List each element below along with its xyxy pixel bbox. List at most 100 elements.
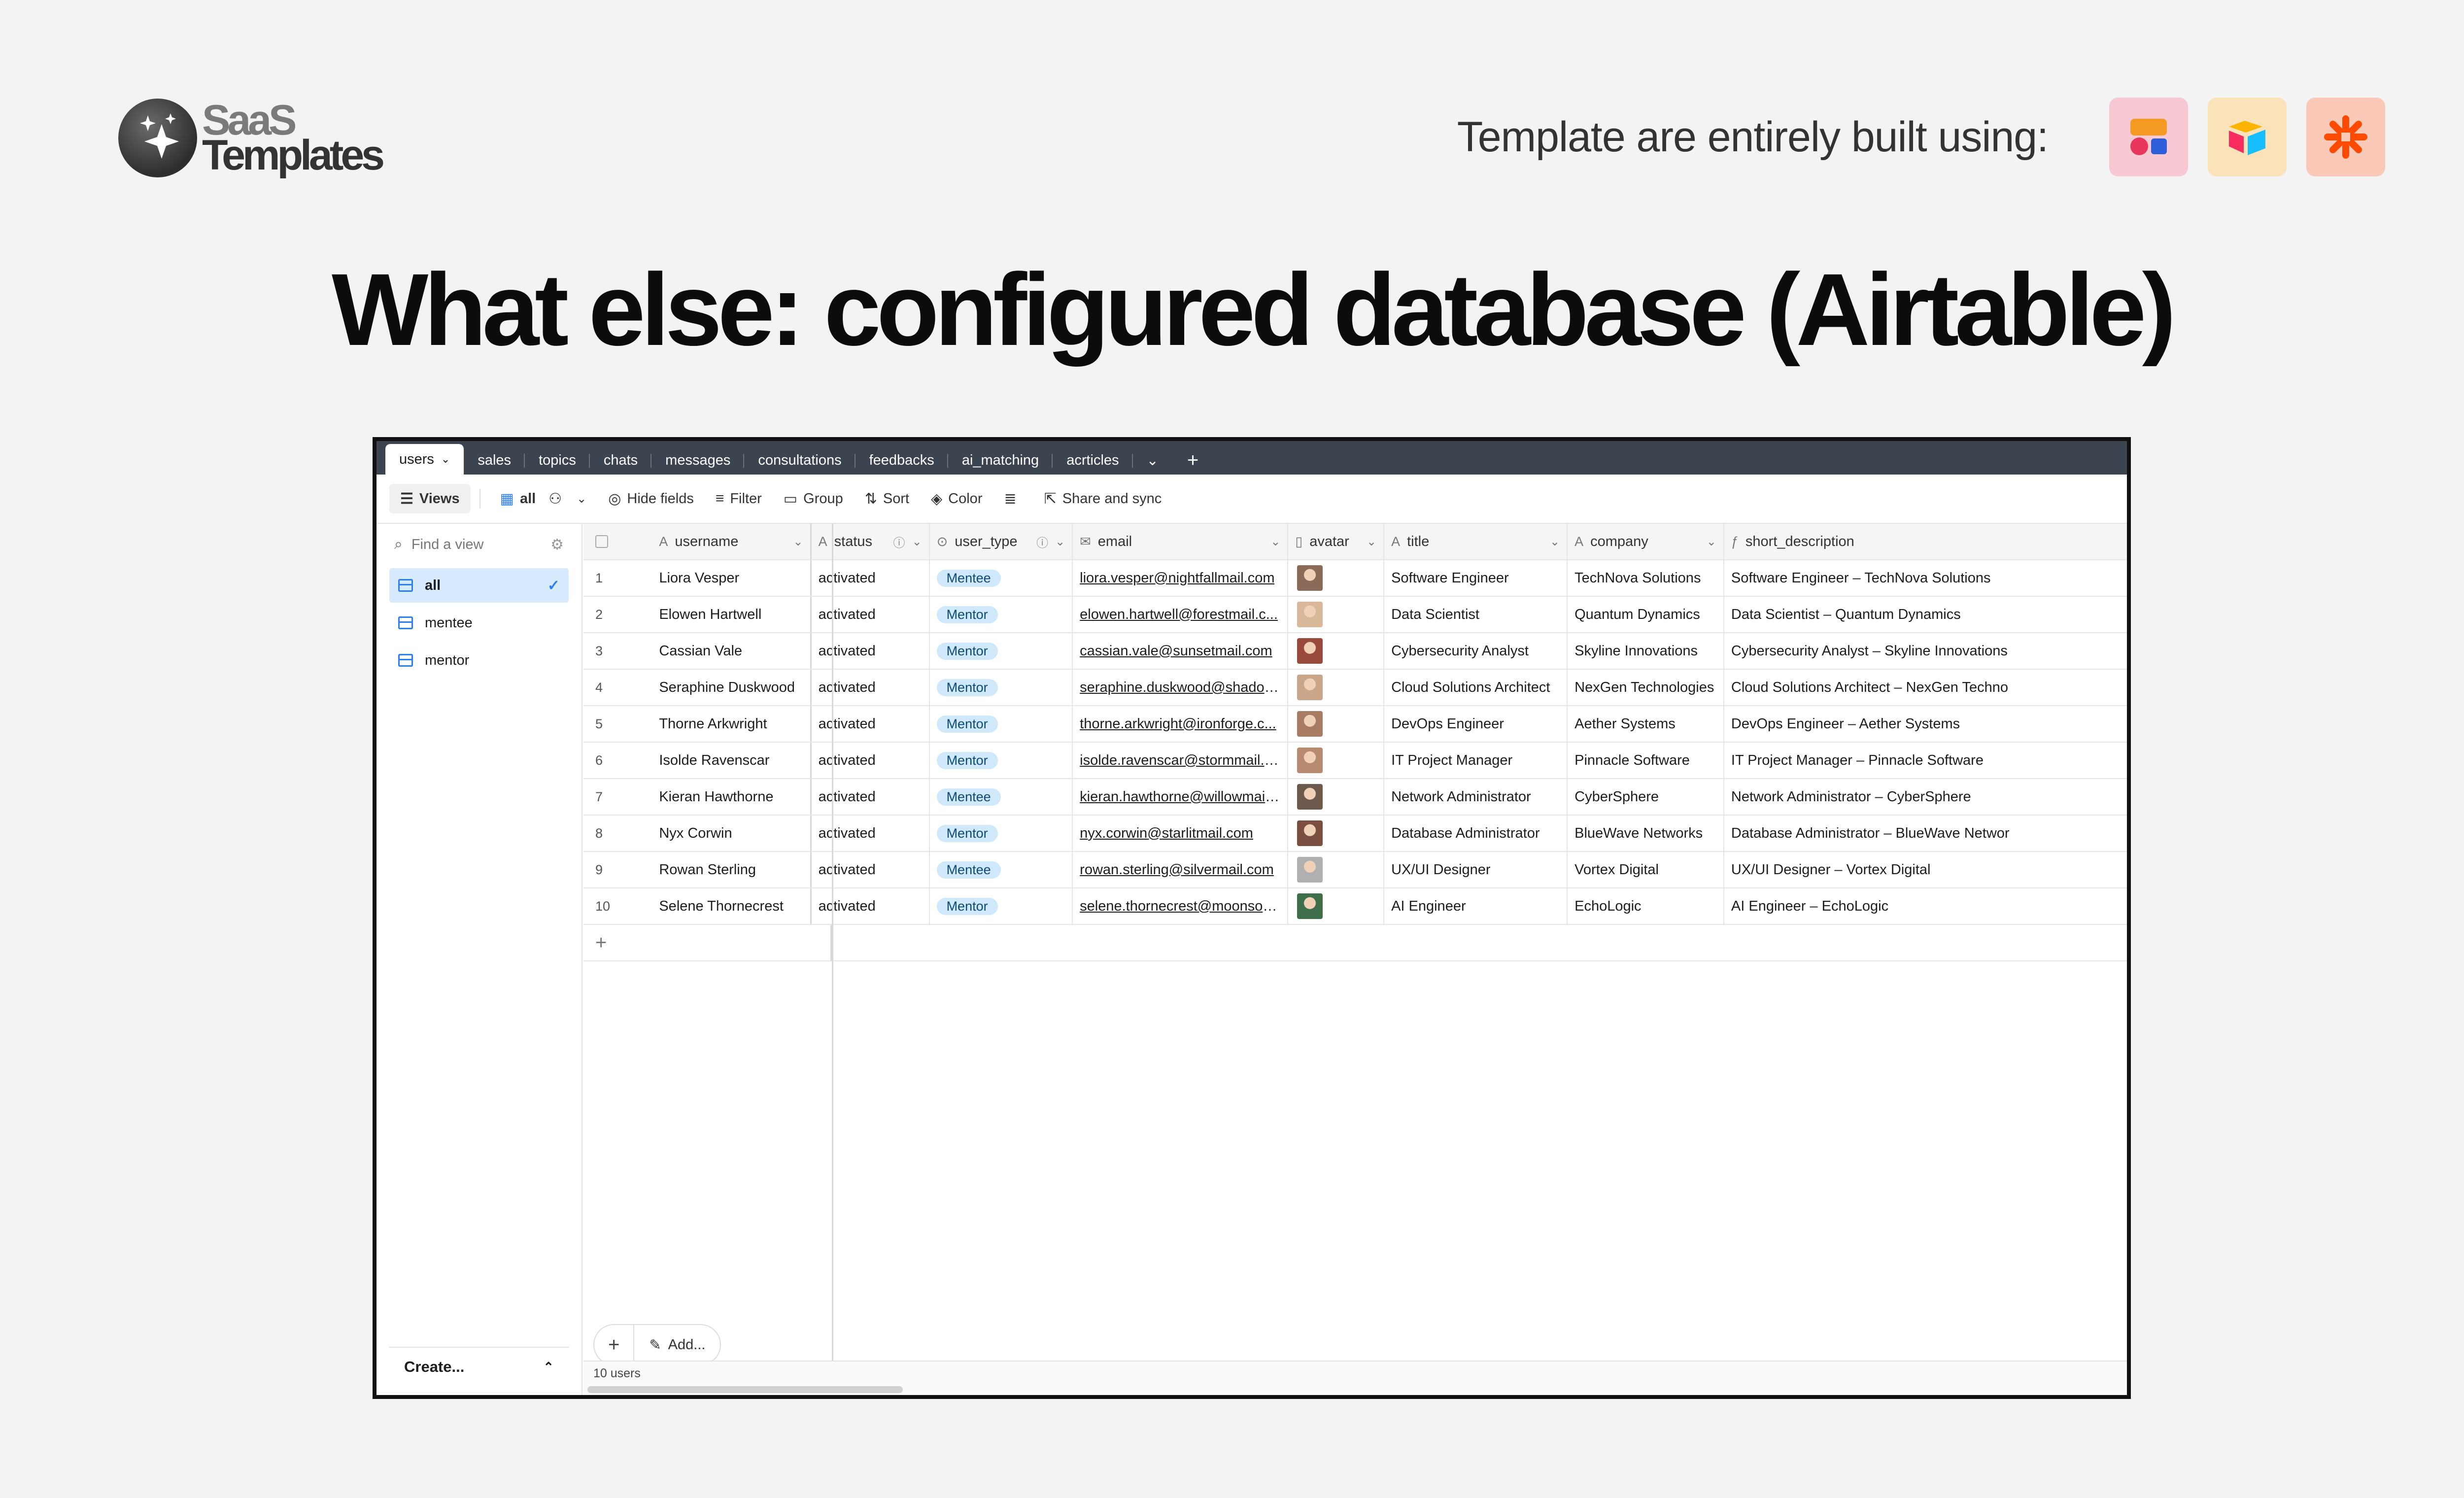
cell-avatar[interactable] [1288,597,1385,632]
cell-email[interactable]: selene.thornecrest@moonson... [1073,888,1289,924]
cell-title[interactable]: Software Engineer [1384,560,1568,596]
cell-avatar[interactable] [1288,743,1385,778]
cell-email[interactable]: elowen.hartwell@forestmail.c... [1073,597,1289,632]
cell-status[interactable]: activated [812,633,930,669]
add-table-button[interactable]: + [1172,446,1213,475]
cell-short-description[interactable]: Cybersecurity Analyst – Skyline Innovati… [1724,633,2127,669]
table-row[interactable]: 2 Elowen Hartwell activated Mentor elowen.ha… [583,597,2127,633]
cell-status[interactable]: activated [812,779,930,815]
column-header-title[interactable]: Atitle ⌄ [1384,524,1568,559]
cell-status[interactable]: activated [812,670,930,705]
cell-user-type[interactable]: Mentor [930,670,1073,705]
table-row[interactable]: 10 Selene Thornecrest activated Mentor selen… [583,888,2127,925]
cell-short-description[interactable]: Software Engineer – TechNova Solutions [1724,560,2127,596]
tab-sales[interactable]: sales [464,446,525,475]
tab-chats[interactable]: chats [590,446,652,475]
cell-status[interactable]: activated [812,888,930,924]
cell-username[interactable]: Thorne Arkwright [652,706,812,742]
cell-status[interactable]: activated [812,706,930,742]
tab-ai-matching[interactable]: ai_matching [948,446,1053,475]
cell-title[interactable]: Network Administrator [1384,779,1568,815]
cell-avatar[interactable] [1288,888,1385,924]
table-row[interactable]: 3 Cassian Vale activated Mentor cassian.vale… [583,633,2127,670]
email-link[interactable]: thorne.arkwright@ironforge.c... [1080,716,1276,732]
create-view-button[interactable]: Create... ⌃ [389,1347,569,1386]
cell-user-type[interactable]: Mentor [930,706,1073,742]
column-header-status[interactable]: Astatus ⓘ ⌄ [812,524,930,559]
email-link[interactable]: elowen.hartwell@forestmail.c... [1080,607,1278,623]
cell-company[interactable]: Skyline Innovations [1568,633,1724,669]
cell-username[interactable]: Cassian Vale [652,633,812,669]
filter-button[interactable]: ≡ Filter [705,484,773,513]
column-header-email[interactable]: ✉ email ⌄ [1073,524,1289,559]
cell-short-description[interactable]: AI Engineer – EchoLogic [1724,888,2127,924]
tab-messages[interactable]: messages [651,446,745,475]
view-item-mentee[interactable]: mentee [389,606,569,640]
cell-company[interactable]: EchoLogic [1568,888,1724,924]
cell-title[interactable]: Cybersecurity Analyst [1384,633,1568,669]
table-row[interactable]: 6 Isolde Ravenscar activated Mentor isolde.r… [583,743,2127,779]
tab-acrticles[interactable]: acrticles [1053,446,1133,475]
cell-short-description[interactable]: Network Administrator – CyberSphere [1724,779,2127,815]
hide-fields-button[interactable]: ◎ Hide fields [597,484,705,513]
email-link[interactable]: rowan.sterling@silvermail.com [1080,862,1274,878]
column-header-username[interactable]: Ausername ⌄ [652,524,812,559]
tab-users[interactable]: users ⌄ [385,444,464,475]
cell-email[interactable]: nyx.corwin@starlitmail.com [1073,816,1289,851]
select-all-checkbox[interactable] [583,524,652,559]
add-record-button[interactable]: + [594,1325,635,1364]
cell-username[interactable]: Selene Thornecrest [652,888,812,924]
cell-email[interactable]: rowan.sterling@silvermail.com [1073,852,1289,887]
column-header-avatar[interactable]: ▯ avatar ⌄ [1288,524,1385,559]
cell-email[interactable]: liora.vesper@nightfallmail.com [1073,560,1289,596]
email-link[interactable]: selene.thornecrest@moonson... [1080,898,1280,915]
email-link[interactable]: seraphine.duskwood@shadow... [1080,680,1280,696]
views-button[interactable]: ☰ Views [389,484,471,513]
cell-email[interactable]: thorne.arkwright@ironforge.c... [1073,706,1289,742]
cell-email[interactable]: cassian.vale@sunsetmail.com [1073,633,1289,669]
cell-title[interactable]: IT Project Manager [1384,743,1568,778]
cell-username[interactable]: Elowen Hartwell [652,597,812,632]
cell-user-type[interactable]: Mentor [930,597,1073,632]
view-item-mentor[interactable]: mentor [389,643,569,678]
cell-avatar[interactable] [1288,633,1385,669]
cell-username[interactable]: Rowan Sterling [652,852,812,887]
cell-user-type[interactable]: Mentee [930,852,1073,887]
table-row[interactable]: 8 Nyx Corwin activated Mentor nyx.corwin@sta… [583,816,2127,852]
cell-username[interactable]: Nyx Corwin [652,816,812,851]
cell-avatar[interactable] [1288,706,1385,742]
cell-avatar[interactable] [1288,670,1385,705]
cell-company[interactable]: NexGen Technologies [1568,670,1724,705]
cell-short-description[interactable]: Data Scientist – Quantum Dynamics [1724,597,2127,632]
cell-status[interactable]: activated [812,560,930,596]
tab-feedbacks[interactable]: feedbacks [856,446,948,475]
email-link[interactable]: isolde.ravenscar@stormmail.c... [1080,752,1280,769]
gear-icon[interactable]: ⚙ [550,536,564,553]
share-button[interactable]: ⇱ Share and sync [1033,484,1173,513]
cell-short-description[interactable]: DevOps Engineer – Aether Systems [1724,706,2127,742]
cell-avatar[interactable] [1288,560,1385,596]
horizontal-scrollbar[interactable] [587,1386,903,1393]
view-item-all[interactable]: all ✓ [389,568,569,603]
cell-username[interactable]: Liora Vesper [652,560,812,596]
cell-company[interactable]: Pinnacle Software [1568,743,1724,778]
cell-company[interactable]: Aether Systems [1568,706,1724,742]
column-header-short-description[interactable]: ƒ short_description [1724,524,2127,559]
cell-email[interactable]: seraphine.duskwood@shadow... [1073,670,1289,705]
email-link[interactable]: kieran.hawthorne@willowmail.... [1080,789,1280,805]
cell-avatar[interactable] [1288,852,1385,887]
cell-short-description[interactable]: IT Project Manager – Pinnacle Software [1724,743,2127,778]
email-link[interactable]: liora.vesper@nightfallmail.com [1080,570,1274,586]
cell-status[interactable]: activated [812,816,930,851]
cell-user-type[interactable]: Mentor [930,888,1073,924]
color-button[interactable]: ◈ Color [920,484,993,513]
cell-username[interactable]: Seraphine Duskwood [652,670,812,705]
cell-title[interactable]: Cloud Solutions Architect [1384,670,1568,705]
cell-user-type[interactable]: Mentee [930,560,1073,596]
cell-company[interactable]: CyberSphere [1568,779,1724,815]
email-link[interactable]: nyx.corwin@starlitmail.com [1080,825,1253,842]
add-record-row[interactable]: + [583,925,2127,961]
find-view-input[interactable]: ⌕ Find a view ⚙ [376,524,582,565]
table-row[interactable]: 5 Thorne Arkwright activated Mentor thorne.a… [583,706,2127,743]
cell-short-description[interactable]: Database Administrator – BlueWave Networ [1724,816,2127,851]
